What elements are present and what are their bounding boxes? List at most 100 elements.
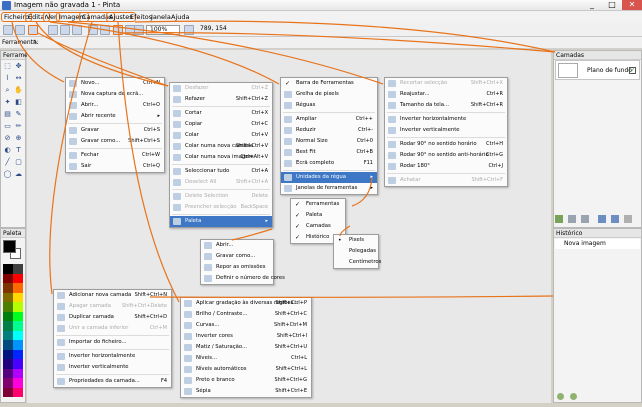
palette-swatch[interactable]: [3, 359, 13, 369]
history-redo-icon[interactable]: [570, 393, 577, 400]
minimize-button[interactable]: _: [582, 0, 602, 10]
edit-menu-item[interactable]: Colar numa nova camada Shift+Ctrl+V: [170, 141, 272, 152]
palette-swatch[interactable]: [13, 273, 23, 283]
palette-swatch[interactable]: [3, 387, 13, 397]
palette-swatch[interactable]: [3, 340, 13, 350]
view-menu-item[interactable]: ✓ Barra de Ferramentas: [281, 78, 377, 89]
palette-swatch[interactable]: [3, 321, 13, 331]
palette-swatch[interactable]: [3, 330, 13, 340]
adjust-menu-item[interactable]: Curvas... Shift+Ctrl+M: [181, 320, 311, 331]
pencil-icon[interactable]: ✏: [14, 122, 23, 131]
layers-menu-item[interactable]: Propriedades da camada... F4: [54, 376, 171, 387]
palette-swatch[interactable]: [13, 349, 23, 359]
rectangle-select-icon[interactable]: ⬚: [3, 62, 12, 71]
palette-swatch[interactable]: [3, 273, 13, 283]
view-menu-item[interactable]: Reduzir Ctrl+-: [281, 125, 377, 136]
file-menu-item[interactable]: Abrir recente ▸: [66, 111, 164, 122]
edit-menu-item[interactable]: Desfazer Ctrl+Z: [170, 83, 272, 94]
palette-submenu-item[interactable]: Abrir...: [201, 240, 273, 251]
image-menu-item[interactable]: Reajustar... Ctrl+R: [385, 89, 507, 100]
adjust-menu-item[interactable]: Matiz / Saturação... Shift+Ctrl+U: [181, 342, 311, 353]
redo-icon[interactable]: [100, 25, 110, 35]
edit-menu-item[interactable]: Deselect All Shift+Ctrl+A: [170, 177, 272, 188]
freeform-shape-icon[interactable]: ☁: [14, 170, 23, 179]
palette-swatch[interactable]: [13, 283, 23, 293]
palette-swatch[interactable]: [3, 283, 13, 293]
new-icon[interactable]: [3, 25, 13, 35]
move-layer-down-icon[interactable]: [611, 215, 619, 223]
crop-icon[interactable]: [113, 25, 123, 35]
file-menu-item[interactable]: Novo... Ctrl+N: [66, 78, 164, 89]
layers-menu-item[interactable]: Inverter horizontalmente: [54, 351, 171, 362]
adjust-menu-item[interactable]: Níveis automáticos Shift+Ctrl+L: [181, 364, 311, 375]
paintbrush-icon[interactable]: ✎: [14, 110, 23, 119]
view-menu-item[interactable]: Normal Size Ctrl+0: [281, 136, 377, 147]
paste-icon[interactable]: [72, 25, 82, 35]
palette-swatch[interactable]: [3, 349, 13, 359]
palette-swatch[interactable]: [3, 292, 13, 302]
move-selection-icon[interactable]: ✥: [14, 62, 23, 71]
image-menu-item[interactable]: Rodar 90° no sentido anti-horário Ctrl+G: [385, 150, 507, 161]
adjust-menu-item[interactable]: Sépia Shift+Ctrl+E: [181, 386, 311, 397]
units-submenu-item[interactable]: • Pixels: [334, 235, 378, 246]
magic-wand-icon[interactable]: ✦: [3, 98, 12, 107]
file-menu-item[interactable]: Sair Ctrl+Q: [66, 161, 164, 172]
view-menu-item[interactable]: Best Fit Ctrl+B: [281, 147, 377, 158]
windows-submenu-item[interactable]: ✓ Camadas: [291, 221, 345, 232]
zoom-tool-icon[interactable]: ⌕: [3, 86, 12, 95]
delete-layer-icon[interactable]: [568, 215, 576, 223]
palette-swatch[interactable]: [13, 387, 23, 397]
view-menu-item[interactable]: Ampliar Ctrl++: [281, 114, 377, 125]
zoom-out-icon[interactable]: [134, 25, 144, 35]
view-menu-item[interactable]: Janelas de ferramentas ▸: [281, 183, 377, 194]
palette-swatch[interactable]: [13, 340, 23, 350]
layers-menu-item[interactable]: Apagar camada Shift+Ctrl+Delete: [54, 301, 171, 312]
image-menu-item[interactable]: Recortar selecção Shift+Ctrl+X: [385, 78, 507, 89]
ellipse-icon[interactable]: ◯: [3, 170, 12, 179]
history-item[interactable]: Nova imagem: [555, 239, 640, 249]
adjust-menu-item[interactable]: Inverter cores Shift+Ctrl+I: [181, 331, 311, 342]
adjust-menu-item[interactable]: Níveis... Ctrl+L: [181, 353, 311, 364]
view-menu-item[interactable]: Grelha de pixels: [281, 89, 377, 100]
zoom-in-icon[interactable]: [184, 25, 194, 35]
maximize-button[interactable]: □: [602, 0, 622, 10]
color-picker-icon[interactable]: ⊘: [3, 134, 12, 143]
primary-color[interactable]: [3, 240, 16, 253]
palette-swatch[interactable]: [3, 368, 13, 378]
move-layer-up-icon[interactable]: [598, 215, 606, 223]
adjust-menu-item[interactable]: Aplicar gradação às diversas regiões... S…: [181, 298, 311, 309]
palette-submenu-item[interactable]: Gravar como...: [201, 251, 273, 262]
move-icon[interactable]: ↔: [14, 74, 23, 83]
image-menu-item[interactable]: Achatar Shift+Ctrl+F: [385, 175, 507, 186]
palette-swatch[interactable]: [13, 302, 23, 312]
adjust-menu-item[interactable]: Brilho / Contraste... Shift+Ctrl+C: [181, 309, 311, 320]
palette-swatch[interactable]: [3, 311, 13, 321]
edit-menu-item[interactable]: Paleta ▸: [170, 216, 272, 227]
palette-swatch[interactable]: [3, 302, 13, 312]
file-menu-item[interactable]: Nova captura de ecrã...: [66, 89, 164, 100]
view-menu-item[interactable]: Unidades da régua ▸: [281, 172, 377, 183]
edit-menu-item[interactable]: Colar Ctrl+V: [170, 130, 272, 141]
edit-menu-item[interactable]: Cortar Ctrl+X: [170, 108, 272, 119]
copy-icon[interactable]: [60, 25, 70, 35]
layer-properties-icon[interactable]: [624, 215, 632, 223]
layers-menu-item[interactable]: Unir a camada inferior Ctrl+M: [54, 323, 171, 334]
edit-menu-item[interactable]: Delete Selection Delete: [170, 191, 272, 202]
clone-stamp-icon[interactable]: ⊕: [14, 134, 23, 143]
cut-icon[interactable]: [48, 25, 58, 35]
gradient-icon[interactable]: ▤: [3, 110, 12, 119]
image-menu-item[interactable]: Rodar 90° no sentido horário Ctrl+H: [385, 139, 507, 150]
units-submenu-item[interactable]: Centímetros: [334, 257, 381, 268]
windows-submenu-item[interactable]: ✓ Paleta: [291, 210, 345, 221]
palette-swatch[interactable]: [13, 359, 23, 369]
layer-visible-checkbox[interactable]: ✓: [629, 67, 636, 74]
palette-swatch[interactable]: [3, 378, 13, 388]
edit-menu-item[interactable]: Copiar Ctrl+C: [170, 119, 272, 130]
file-menu-item[interactable]: Gravar Ctrl+S: [66, 125, 164, 136]
recolor-icon[interactable]: ◐: [3, 146, 12, 155]
palette-swatch[interactable]: [13, 368, 23, 378]
edit-menu-item[interactable]: Refazer Shift+Ctrl+Z: [170, 94, 272, 105]
rectangle-icon[interactable]: ▢: [14, 158, 23, 167]
palette-swatch[interactable]: [13, 292, 23, 302]
units-submenu-item[interactable]: Polegadas: [334, 246, 378, 257]
